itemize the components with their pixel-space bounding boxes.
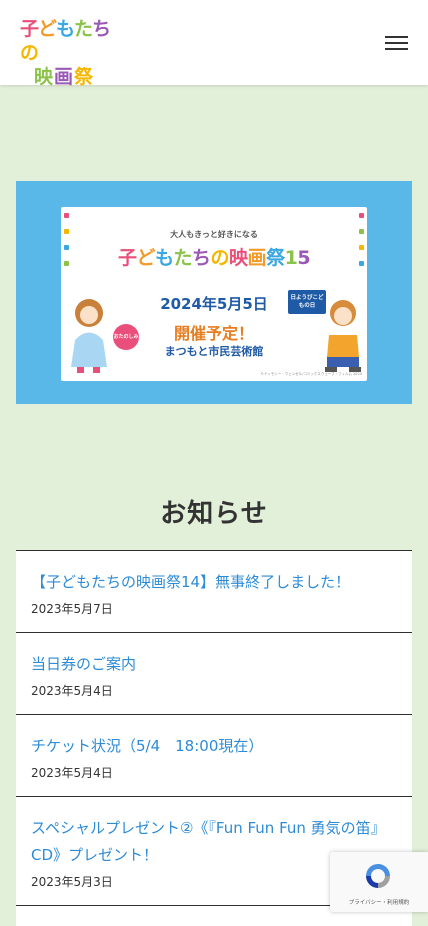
decor-dot [64,229,69,234]
recaptcha-text[interactable]: プライバシー・利用規約 [330,898,428,906]
news-item: 【子どもたちの映画祭14】無事終了しました！ 2023年5月7日 [16,550,412,632]
decor-dot [64,245,69,250]
decor-dot [359,261,364,266]
hamburger-menu-icon[interactable] [385,36,408,50]
banner-title: 子どもたちの映画祭15 [117,247,311,269]
boy-illustration [325,300,361,372]
news-item-date: 2023年5月4日 [31,766,113,780]
news-section-title: お知らせ [160,499,268,529]
news-item-date: 2023年5月7日 [31,602,113,616]
news-item-link[interactable]: チケット状況（5/4 18:00現在） [31,733,397,760]
banner-copyright: ©ティモシー・ウェンゼル/コミックスウェーブ・フィルム 2024 [260,372,362,376]
banner-card: 大人もきっと好きになる 子どもたちの映画祭15 2024年5月5日 日ようびこど… [61,207,367,381]
news-item-date: 2023年5月4日 [31,684,113,698]
decor-dot [359,245,364,250]
decor-dot [359,229,364,234]
banner-tag: おたのしみに [113,324,139,366]
site-header: 子どもたちの 映画祭 [0,0,428,88]
decor-dot [64,261,69,266]
news-item-link[interactable]: 当日券のご案内 [31,651,397,678]
girl-illustration [71,299,107,373]
logo-line2: 映画祭 [34,66,95,88]
decor-dot [64,213,69,218]
recaptcha-icon [366,864,390,888]
site-logo[interactable]: 子どもたちの 映画祭 [20,17,128,88]
news-item-link[interactable]: 【子どもたちの映画祭14】無事終了しました！ [31,569,397,596]
logo-line1: 子どもたちの [20,18,111,64]
news-item: チケット状況（5/4 18:00現在） 2023年5月4日 [16,714,412,796]
news-item: 当日券のご案内 2023年5月4日 [16,632,412,714]
festival-banner[interactable]: 大人もきっと好きになる 子どもたちの映画祭15 2024年5月5日 日ようびこど… [16,181,412,404]
decor-dot [359,213,364,218]
banner-subtitle: 大人もきっと好きになる [170,230,258,239]
recaptcha-badge[interactable]: プライバシー・利用規約 [330,852,428,912]
